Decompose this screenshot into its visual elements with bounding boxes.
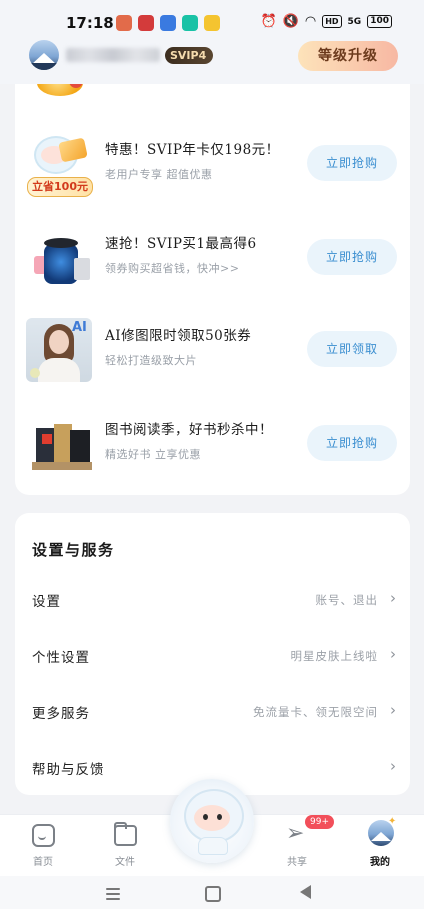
setting-value: 免流量卡、领无限空间: [253, 705, 378, 719]
promo-subtitle: 精选好书 立享优惠: [105, 448, 201, 461]
promo-title: 速抢！SVIP买1最高得6: [105, 236, 257, 252]
star-icon: ✦: [388, 816, 397, 827]
promo-card: 立省100元 特惠！SVIP年卡仅198元！ 老用户专享 超值优惠 立即抢购 速…: [15, 84, 410, 495]
nav-label: 共享: [287, 857, 307, 868]
promo-subtitle: 轻松打造级致大片: [105, 354, 197, 367]
status-indicators: ⏰ 🔇 ◠ HD 5G 100: [260, 14, 392, 29]
share-count-badge: 99+: [305, 815, 334, 829]
promo-title: 特惠！SVIP年卡仅198元！: [105, 142, 280, 158]
nav-home[interactable]: 首页: [13, 815, 73, 877]
section-title: 设置与服务: [32, 541, 115, 559]
setting-label: 设置: [32, 594, 61, 610]
app-notification-icon: [116, 15, 132, 31]
nav-label: 文件: [115, 857, 135, 868]
settings-card: 设置与服务 设置 账号、退出 › 个性设置 明星皮肤上线啦 › 更多服务 免流量…: [15, 513, 410, 795]
chevron-right-icon: ›: [390, 645, 396, 663]
chevron-right-icon: ›: [390, 589, 396, 607]
mute-icon: 🔇: [282, 14, 299, 29]
search-app-icon: [160, 15, 176, 31]
username-blurred[interactable]: [66, 48, 160, 62]
setting-label: 帮助与反馈: [32, 762, 105, 778]
home-button-icon[interactable]: [205, 886, 221, 902]
partial-promo-image: [33, 84, 91, 96]
svip-mascot-ticket-image: 立省100元: [26, 132, 93, 197]
nav-files[interactable]: 文件: [95, 815, 155, 877]
notification-icons: [116, 15, 220, 31]
nav-label: 我的: [370, 857, 390, 868]
app-notification-icon: [204, 15, 220, 31]
promo-title: 图书阅读季，好书秒杀中！: [105, 422, 273, 438]
settings-row-personalization[interactable]: 个性设置 明星皮肤上线啦 ›: [15, 631, 410, 681]
signal-icon: 5G: [347, 16, 362, 27]
setting-label: 更多服务: [32, 706, 90, 722]
nav-label: 首页: [33, 857, 53, 868]
ai-portrait-image: AI: [26, 318, 92, 382]
settings-row-settings[interactable]: 设置 账号、退出 ›: [15, 575, 410, 625]
wifi-icon: ◠: [304, 14, 317, 29]
promo-subtitle: 领券购买超省钱，快冲>>: [105, 262, 240, 275]
mascot-assistant-button[interactable]: [170, 779, 254, 863]
chevron-right-icon: ›: [390, 701, 396, 719]
buy-now-button[interactable]: 立即抢购: [307, 239, 397, 275]
claim-now-button[interactable]: 立即领取: [307, 331, 397, 367]
setting-value: 账号、退出: [315, 593, 378, 607]
settings-row-more-services[interactable]: 更多服务 免流量卡、领无限空间 ›: [15, 687, 410, 737]
speaker-bundle-image: [26, 226, 92, 290]
promo-item[interactable]: 速抢！SVIP买1最高得6 领券购买超省钱，快冲>> 立即抢购: [15, 218, 410, 298]
discount-tag: 立省100元: [27, 177, 93, 197]
promo-title: AI修图限时领取50张券: [105, 328, 252, 344]
home-icon: [31, 822, 55, 847]
alarm-icon: ⏰: [260, 14, 277, 29]
buy-now-button[interactable]: 立即抢购: [307, 425, 397, 461]
hd-icon: HD: [322, 15, 342, 28]
promo-subtitle: 老用户专享 超值优惠: [105, 168, 213, 181]
promo-item[interactable]: 图书阅读季，好书秒杀中！ 精选好书 立享优惠 立即抢购: [15, 404, 410, 484]
setting-value: 明星皮肤上线啦: [290, 649, 378, 663]
promo-item[interactable]: 立省100元 特惠！SVIP年卡仅198元！ 老用户专享 超值优惠 立即抢购: [15, 124, 410, 204]
back-icon[interactable]: [300, 885, 311, 899]
setting-label: 个性设置: [32, 650, 90, 666]
app-notification-icon: [138, 15, 154, 31]
avatar[interactable]: [29, 40, 59, 70]
promo-item[interactable]: AI AI修图限时领取50张券 轻松打造级致大片 立即领取: [15, 310, 410, 390]
svip-level-badge[interactable]: SVIP4: [165, 47, 214, 64]
ai-label: AI: [72, 320, 87, 335]
nav-me[interactable]: ✦ 我的: [350, 815, 410, 877]
chat-app-icon: [182, 15, 198, 31]
file-icon: [113, 822, 137, 846]
profile-content[interactable]: 立省100元 特惠！SVIP年卡仅198元！ 老用户专享 超值优惠 立即抢购 速…: [0, 84, 424, 814]
system-navigation-bar: [0, 876, 424, 909]
battery-icon: 100: [367, 15, 392, 28]
profile-header: SVIP4 等级升级: [0, 36, 424, 84]
chevron-right-icon: ›: [390, 757, 396, 775]
recent-apps-icon[interactable]: [106, 888, 120, 903]
buy-now-button[interactable]: 立即抢购: [307, 145, 397, 181]
level-upgrade-button[interactable]: 等级升级: [298, 41, 398, 71]
status-time: 17:18: [66, 14, 114, 32]
books-image: [26, 412, 92, 476]
